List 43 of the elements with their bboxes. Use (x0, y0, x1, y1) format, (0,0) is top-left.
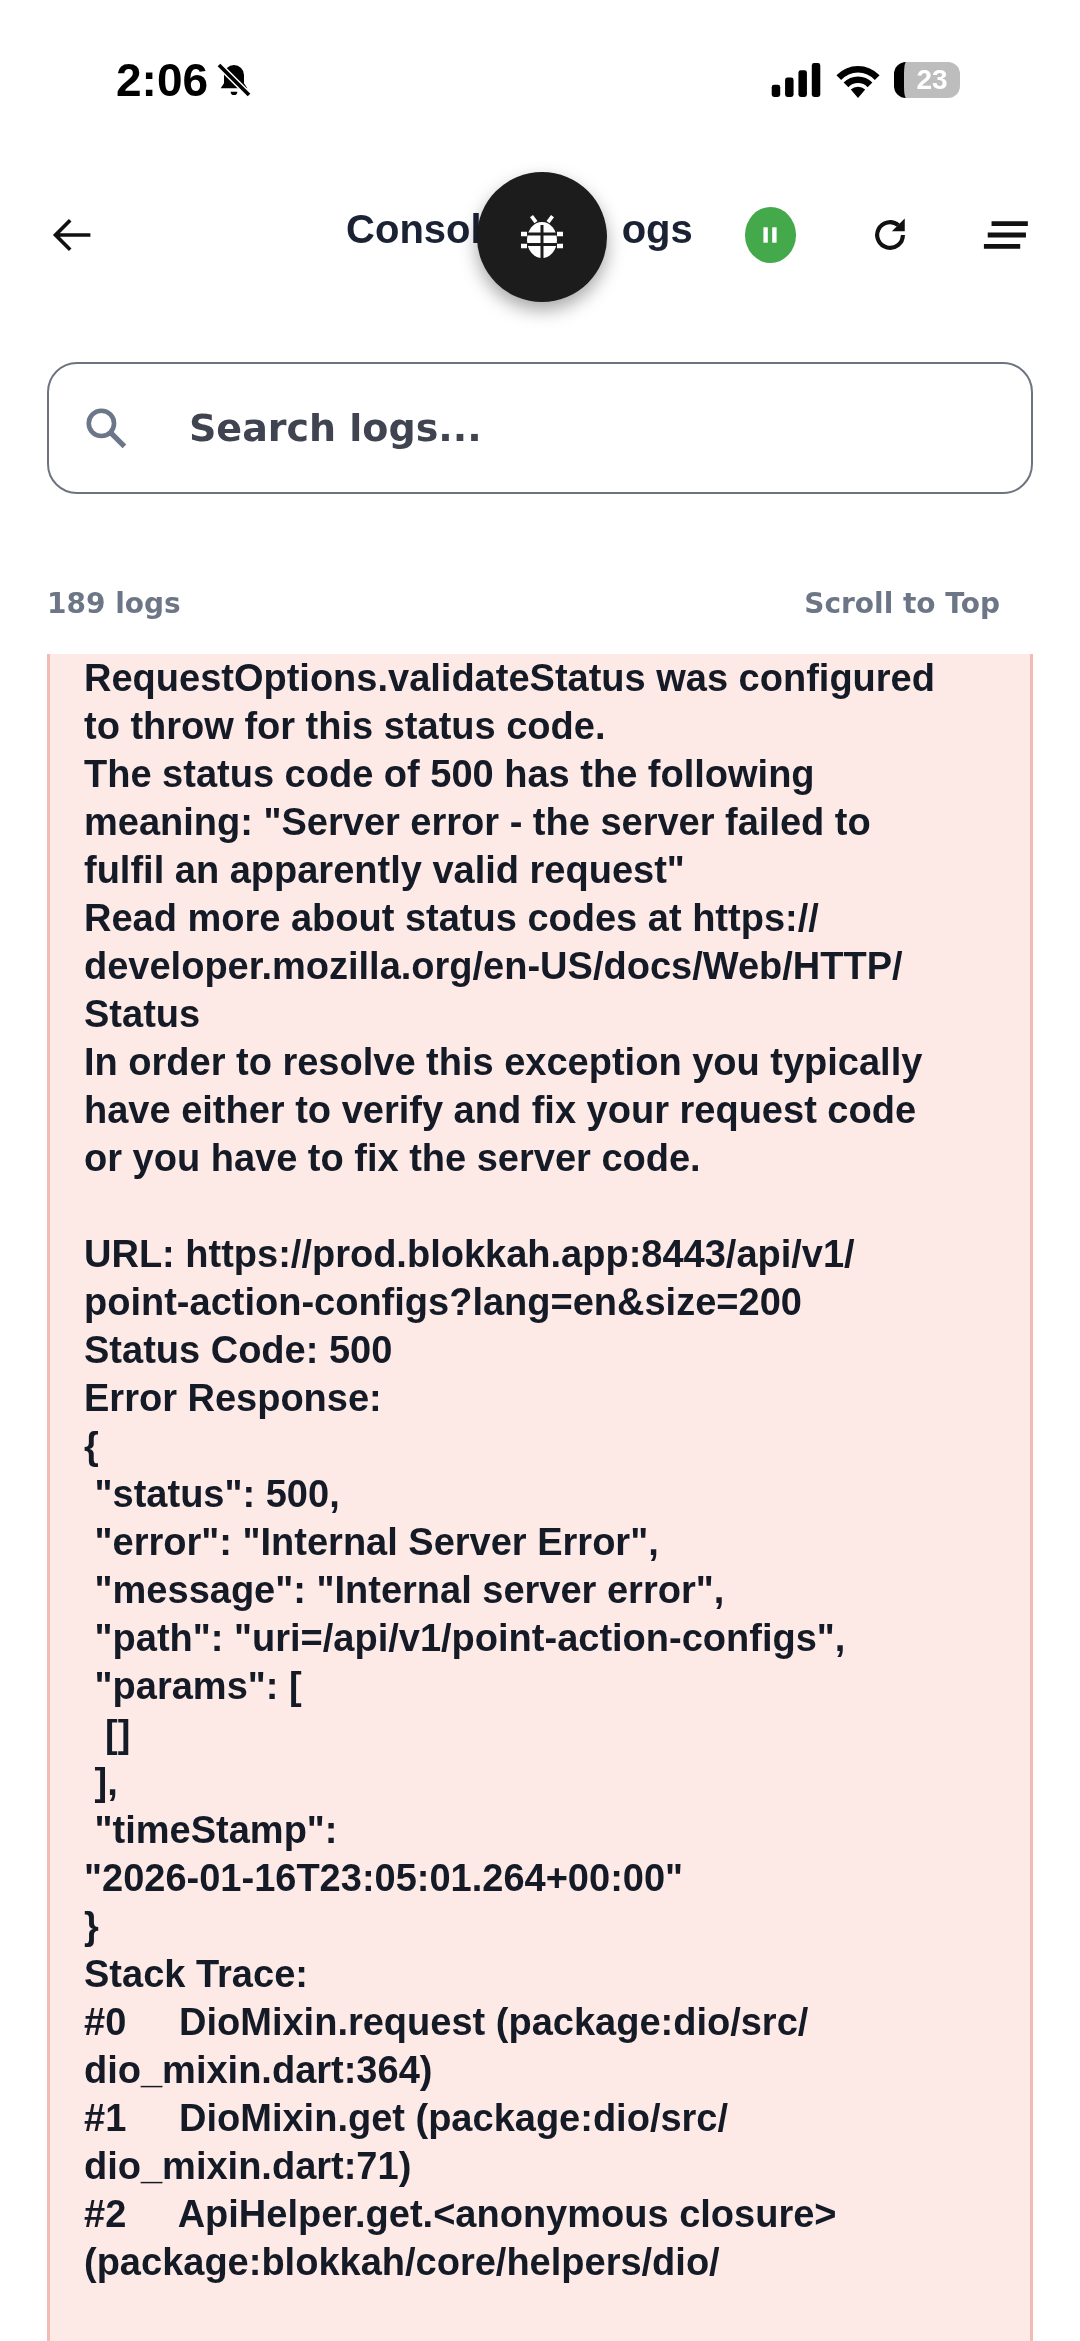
log-line: RequestOptions.validateStatus was configured (84, 656, 936, 701)
page-title: Consol (346, 206, 482, 252)
log-line: [] (104, 1712, 132, 1757)
page-title: ogs (621, 206, 693, 252)
log-line: ], (93, 1760, 119, 1805)
log-line: dio_mixin.dart:71) (84, 2144, 413, 2189)
debug-bug-button[interactable] (477, 172, 607, 302)
scroll-to-top-link[interactable]: Scroll to Top (804, 586, 1000, 620)
log-line: dio_mixin.dart:364) (84, 2048, 434, 2093)
log-line: fulfil an apparently valid request" (84, 848, 686, 893)
log-line: { (84, 1424, 100, 1469)
log-line: "error": "Internal Server Error", (93, 1520, 660, 1565)
log-line: meaning: "Server error - the server failed to (84, 800, 872, 845)
log-line: developer.mozilla.org/en-US/docs/Web/HTTP/ (84, 944, 904, 989)
log-line: to throw for this status code. (84, 704, 607, 749)
log-line: have either to verify and fix your request code (84, 1088, 918, 1133)
log-line: Stack Trace: (84, 1952, 309, 1997)
log-line: "params": [ (93, 1664, 303, 1709)
log-line: "message": "Internal server error", (93, 1568, 726, 1613)
log-line: or you have to fix the server code. (84, 1136, 702, 1181)
log-line: "2026-01-16T23:05:01.264+00:00" (84, 1856, 685, 1901)
log-line: #2 ApiHelper.get.<anonymous closure> (84, 2192, 838, 2237)
battery-indicator: 23 (894, 62, 960, 98)
log-line: Status (84, 992, 202, 1037)
log-line: "path": "uri=/api/v1/point-action-configs", (93, 1616, 847, 1661)
search-icon (83, 405, 129, 451)
log-line: The status code of 500 has the following (84, 752, 816, 797)
log-line: "status": 500, (93, 1472, 341, 1517)
log-line: Status Code: 500 (84, 1328, 394, 1373)
signal-icon (770, 63, 822, 97)
log-line: } (84, 1904, 100, 1949)
search-field[interactable]: Search logs... (47, 362, 1033, 494)
status-time: 2:06 (116, 53, 209, 107)
log-line: "timeStamp": (93, 1808, 339, 1853)
log-count: 189 logs (47, 586, 181, 620)
log-line: #1 DioMixin.get (package:dio/src/ (84, 2096, 730, 2141)
log-line: Error Response: (84, 1376, 383, 1421)
log-line: (package:blokkah/core/helpers/dio/ (84, 2240, 721, 2285)
log-line: URL: https://prod.blokkah.app:8443/api/v1/ (84, 1232, 856, 1277)
log-line: Read more about status codes at https:// (84, 896, 820, 941)
log-line: In order to resolve this exception you typically (84, 1040, 924, 1085)
log-line: point-action-configs?lang=en&size=200 (84, 1280, 803, 1325)
log-line: #0 DioMixin.request (package:dio/src/ (84, 2000, 810, 2045)
